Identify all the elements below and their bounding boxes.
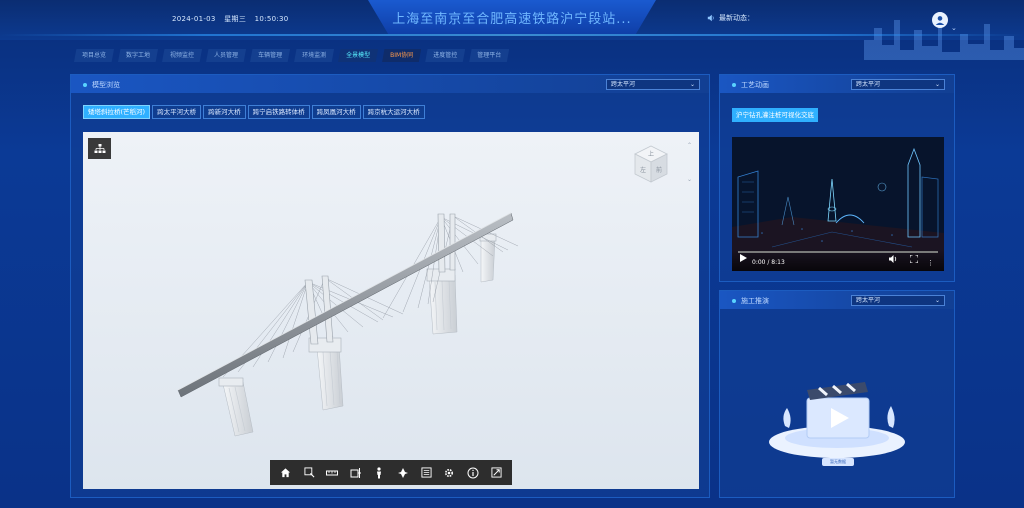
model-panel: 模型浏览 跨太平河 ⌄ 矮塔斜拉桥(芒稻河) 跨太平河大桥 跨新河大桥 跨宁启铁…	[70, 74, 710, 498]
orbit-down-icon[interactable]: ⌄	[687, 176, 692, 183]
process-select-value: 跨太平河	[856, 81, 881, 88]
video-time: 0:00 / 8:13	[752, 259, 785, 266]
weekday-text: 星期三	[224, 15, 247, 23]
bridge-tabs: 矮塔斜拉桥(芒稻河) 跨太平河大桥 跨新河大桥 跨宁启铁路转体桥 跨凤凰河大桥 …	[83, 105, 425, 119]
volume-icon[interactable]	[889, 248, 898, 267]
title-dot-icon	[732, 299, 736, 303]
top-bar: 2024-01-03 星期三 10:50:30 上海至南京至合肥高速铁路沪宁段站…	[0, 0, 1024, 60]
properties-icon[interactable]	[417, 464, 435, 482]
empty-state-label: 暂无数据	[822, 458, 854, 466]
nav-tab-personnel[interactable]: 人员管理	[206, 49, 247, 62]
skyline-decoration	[864, 12, 1024, 60]
nav-tab-platform[interactable]: 管理平台	[469, 49, 510, 62]
orbit-up-icon[interactable]: ⌃	[687, 142, 692, 149]
process-bridge-select[interactable]: 跨太平河 ⌄	[851, 79, 945, 90]
chevron-down-icon[interactable]: ⌄	[951, 24, 957, 32]
model-panel-header: 模型浏览 跨太平河 ⌄	[71, 75, 709, 93]
title-dot-icon	[732, 83, 736, 87]
page-title: 上海至南京至合肥高速铁路沪宁段站...	[392, 11, 632, 27]
construction-select-value: 跨太平河	[856, 297, 881, 304]
nav-tab-progress[interactable]: 进度管控	[425, 49, 466, 62]
model-bridge-select[interactable]: 跨太平河 ⌄	[606, 79, 700, 90]
construction-panel-header: 施工推演 跨太平河 ⌄	[720, 291, 954, 309]
nav-tab-vehicles[interactable]: 车辆管理	[250, 49, 291, 62]
construction-panel-title: 施工推演	[732, 296, 769, 306]
bridge-model[interactable]	[83, 132, 699, 489]
bridge-tab-ningqi-railway[interactable]: 跨宁启铁路转体桥	[247, 105, 310, 119]
pile-lines	[228, 279, 452, 433]
fullscreen-icon[interactable]	[487, 464, 505, 482]
more-options-icon[interactable]: ⋮	[927, 259, 934, 267]
empty-video-illustration	[769, 382, 905, 458]
model-select-value: 跨太平河	[611, 81, 636, 88]
speaker-icon	[707, 14, 714, 22]
user-avatar[interactable]	[932, 12, 948, 28]
date-text: 2024-01-03	[172, 15, 216, 23]
viewer-toolbar	[270, 460, 512, 485]
datetime: 2024-01-03 星期三 10:50:30	[172, 14, 295, 24]
measure-icon[interactable]	[323, 464, 341, 482]
model-panel-title: 模型浏览	[83, 80, 120, 90]
construction-simulation-panel: 施工推演 跨太平河 ⌄ 暂无数据	[719, 290, 955, 498]
person-icon[interactable]	[370, 464, 388, 482]
process-video-player[interactable]: 0:00 / 8:13 ⋮	[732, 137, 944, 271]
video-progress-bar[interactable]	[738, 251, 938, 253]
chevron-down-icon: ⌄	[934, 81, 940, 88]
construction-bridge-select[interactable]: 跨太平河 ⌄	[851, 295, 945, 306]
info-icon[interactable]	[464, 464, 482, 482]
model-panel-title-text: 模型浏览	[92, 81, 120, 89]
bridge-tab-jinghang-canal[interactable]: 跨京杭大运河大桥	[362, 105, 425, 119]
bridge-tab-taiping-river[interactable]: 跨太平河大桥	[152, 105, 202, 119]
main-nav: 项目总览 数字工地 视频监控 人员管理 车辆管理 环境监测 全景模型 BIM协同…	[74, 49, 510, 62]
model-tree-button[interactable]	[88, 138, 111, 159]
bridge-tab-fenghuang-river[interactable]: 跨凤凰河大桥	[311, 105, 361, 119]
construction-panel-title-text: 施工推演	[741, 297, 769, 305]
bridge-tab-madao-river[interactable]: 矮塔斜拉桥(芒稻河)	[83, 105, 151, 119]
user-icon	[935, 16, 945, 25]
bim-viewport[interactable]: 上 左 前 ⌃ ⌄	[83, 132, 699, 489]
latest-news[interactable]: 最新动态：	[707, 13, 754, 23]
view-cube[interactable]: 上 左 前	[631, 144, 671, 184]
bridge-tab-xin-river[interactable]: 跨新河大桥	[203, 105, 246, 119]
play-icon[interactable]	[740, 247, 747, 266]
nav-tab-video[interactable]: 视频监控	[162, 49, 203, 62]
hierarchy-icon	[94, 143, 105, 153]
title-banner: 上海至南京至合肥高速铁路沪宁段站...	[368, 0, 656, 34]
bridge-deck	[177, 212, 514, 398]
nav-tab-bim[interactable]: BIM协同	[382, 49, 422, 62]
process-panel-title-text: 工艺动画	[741, 81, 769, 89]
home-icon[interactable]	[277, 464, 295, 482]
nav-tab-environment[interactable]: 环境监测	[294, 49, 335, 62]
zoom-window-icon[interactable]	[300, 464, 318, 482]
settings-icon[interactable]	[440, 464, 458, 482]
time-text: 10:50:30	[254, 15, 289, 23]
fullscreen-icon[interactable]	[909, 248, 919, 267]
chevron-down-icon: ⌄	[934, 297, 940, 304]
top-glow-line	[0, 34, 1024, 36]
title-dot-icon	[83, 83, 87, 87]
section-icon[interactable]	[347, 464, 365, 482]
video-title-tag[interactable]: 沪宁钻孔灌注桩可视化交底	[732, 108, 818, 122]
nav-tab-panorama-model[interactable]: 全景模型	[338, 49, 379, 62]
process-panel-header: 工艺动画 跨太平河 ⌄	[720, 75, 954, 93]
roam-icon[interactable]	[394, 464, 412, 482]
latest-news-label: 最新动态：	[719, 14, 754, 22]
navcube-front-label: 左	[640, 166, 646, 174]
nav-tab-digital-site[interactable]: 数字工地	[118, 49, 159, 62]
navcube-top-label: 上	[648, 150, 654, 158]
process-panel-title: 工艺动画	[732, 80, 769, 90]
process-animation-panel: 工艺动画 跨太平河 ⌄ 沪宁钻孔灌注桩可视化交底 0:00 / 8:13 ⋮	[719, 74, 955, 282]
chevron-down-icon: ⌄	[689, 81, 695, 88]
deck-rail	[177, 212, 512, 391]
navcube-right-label: 前	[656, 166, 662, 174]
nav-tab-overview[interactable]: 项目总览	[74, 49, 115, 62]
